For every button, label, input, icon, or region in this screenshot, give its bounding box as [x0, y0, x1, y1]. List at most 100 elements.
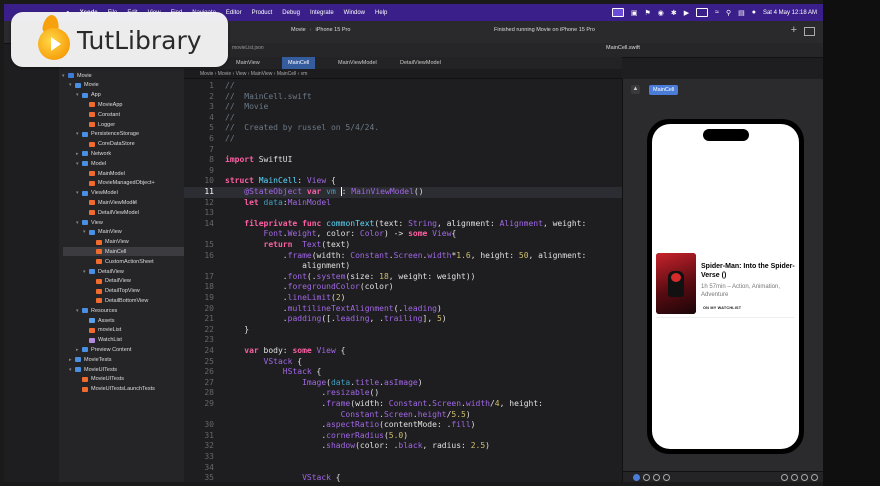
- watchlist-button[interactable]: ON MY WATCHLIST: [703, 306, 741, 310]
- zoom-fit-icon[interactable]: [791, 474, 798, 481]
- zoom-100-icon[interactable]: [801, 474, 808, 481]
- siri-icon[interactable]: ●: [752, 9, 756, 16]
- code-line[interactable]: 6 //: [184, 134, 622, 145]
- navigator-item[interactable]: movieList: [83, 326, 121, 335]
- code-line[interactable]: 24 var body: some View {: [184, 346, 622, 357]
- search-icon[interactable]: ⚲: [726, 9, 731, 17]
- editor-tab-mainview[interactable]: MainView: [230, 57, 266, 69]
- code-line[interactable]: 19 .lineLimit(2): [184, 293, 622, 304]
- navigator-item[interactable]: MovieManagedObject+: [83, 179, 155, 188]
- code-line[interactable]: 16 .frame(width: Constant.Screen.width*1…: [184, 251, 622, 262]
- tab-movielist-json[interactable]: movieList.json: [232, 45, 264, 51]
- navigator-item[interactable]: ▾ Resources: [76, 306, 117, 315]
- code-line[interactable]: 2 // MainCell.swift: [184, 92, 622, 103]
- code-line[interactable]: Constant.Screen.height/5.5): [184, 410, 622, 421]
- breadcrumb-project[interactable]: Movie: [200, 71, 213, 77]
- code-line[interactable]: 25 VStack {: [184, 357, 622, 368]
- menu-help[interactable]: Help: [375, 10, 387, 16]
- code-line[interactable]: 7: [184, 145, 622, 156]
- navigator-item[interactable]: Logger: [83, 120, 115, 129]
- code-line[interactable]: 8 import SwiftUI: [184, 155, 622, 166]
- navigator-item[interactable]: DetailBottomView: [90, 296, 148, 305]
- code-line[interactable]: 21 .padding([.leading, .trailing], 5): [184, 314, 622, 325]
- control-center-icon[interactable]: ▤: [738, 9, 745, 17]
- navigator-item[interactable]: CoreDataStore: [83, 140, 135, 149]
- code-line[interactable]: 11 @StateObject var vm : MainViewModel(): [184, 187, 622, 198]
- editor-tab-maincell[interactable]: MainCell: [282, 57, 316, 69]
- navigator-item[interactable]: ▾ MainView: [83, 228, 122, 237]
- code-line[interactable]: 33: [184, 452, 622, 463]
- flag-icon[interactable]: ⚑: [644, 9, 650, 17]
- breadcrumb-group[interactable]: Movie: [218, 71, 231, 77]
- code-line[interactable]: alignment): [184, 261, 622, 272]
- code-line[interactable]: 28 .resizable(): [184, 388, 622, 399]
- code-editor[interactable]: 1 // 2 // MainCell.swift 3 // Movie 4 // 5 // Cre…: [184, 79, 622, 482]
- code-line[interactable]: 20 .multilineTextAlignment(.leading): [184, 304, 622, 315]
- menu-window[interactable]: Window: [344, 10, 365, 16]
- navigator-item[interactable]: MovieUITestsLaunchTests: [76, 385, 155, 394]
- navigator-item[interactable]: ▾ View: [76, 218, 103, 227]
- navigator-item[interactable]: DetailView: [90, 277, 131, 286]
- navigator-item[interactable]: ▾ Movie: [69, 81, 99, 90]
- navigator-item[interactable]: ▸ Preview Content: [76, 345, 131, 354]
- editor-tab-detailviewmodel[interactable]: DetailViewModel: [394, 57, 447, 69]
- menu-editor[interactable]: Editor: [226, 10, 242, 16]
- wifi-icon[interactable]: ≈: [715, 9, 719, 16]
- code-line[interactable]: 30 .aspectRatio(contentMode: .fill): [184, 420, 622, 431]
- code-line[interactable]: 15 return Text(text): [184, 240, 622, 251]
- code-line[interactable]: 23: [184, 335, 622, 346]
- pin-icon[interactable]: ▲: [631, 85, 640, 94]
- navigator-item[interactable]: MainViewModel M: [83, 198, 137, 207]
- record-icon[interactable]: ◉: [658, 9, 664, 17]
- code-line[interactable]: 35 VStack {: [184, 473, 622, 482]
- preview-chip[interactable]: MainCell: [649, 85, 679, 95]
- code-line[interactable]: 10 struct MainCell: View {: [184, 176, 622, 187]
- code-line[interactable]: Font.Weight, color: Color) -> some View{: [184, 229, 622, 240]
- code-line[interactable]: 18 .foregroundColor(color): [184, 282, 622, 293]
- zoom-out-icon[interactable]: [781, 474, 788, 481]
- tab-maincell-swift[interactable]: MainCell.swift: [606, 45, 640, 51]
- navigator-item[interactable]: MovieUITests: [76, 375, 124, 384]
- menu-product[interactable]: Product: [252, 10, 273, 16]
- breadcrumb-symbol[interactable]: vm: [301, 71, 308, 77]
- navigator-item[interactable]: ▸ MovieTests: [69, 355, 112, 364]
- navigator-item[interactable]: DetailViewModel: [83, 208, 139, 217]
- play-icon[interactable]: ▶: [684, 9, 689, 17]
- code-line[interactable]: 34: [184, 463, 622, 474]
- selectable-icon[interactable]: [643, 474, 650, 481]
- code-line[interactable]: 14 fileprivate func commonText(text: Str…: [184, 219, 622, 230]
- code-line[interactable]: 31 .cornerRadius(5.0): [184, 431, 622, 442]
- breadcrumb-file[interactable]: MainCell: [277, 71, 296, 77]
- navigator-item[interactable]: DetailTopView: [90, 287, 140, 296]
- code-line[interactable]: 22 }: [184, 325, 622, 336]
- zoom-in-icon[interactable]: [811, 474, 818, 481]
- navigator-item[interactable]: ▾ MovieUITests: [69, 365, 117, 374]
- code-line[interactable]: 4 //: [184, 113, 622, 124]
- navigator-item[interactable]: ▾ DetailView: [83, 267, 124, 276]
- navigator-item[interactable]: ▾ Movie: [62, 71, 92, 80]
- battery-icon[interactable]: [696, 8, 709, 17]
- jump-bar[interactable]: Movie › Movie › View › MainView › MainCe…: [184, 69, 622, 79]
- variants-icon[interactable]: [653, 474, 660, 481]
- navigator-item[interactable]: MainView: [90, 238, 129, 247]
- menu-debug[interactable]: Debug: [282, 10, 300, 16]
- code-line[interactable]: 29 .frame(width: Constant.Screen.width/4…: [184, 399, 622, 410]
- code-line[interactable]: 9: [184, 166, 622, 177]
- navigator-item[interactable]: WatchList: [83, 336, 122, 345]
- code-line[interactable]: 5 // Created by russel on 5/4/24.: [184, 123, 622, 134]
- navigator-item[interactable]: MovieApp: [83, 100, 122, 109]
- navigator-item[interactable]: Constant: [83, 110, 120, 119]
- display-icon[interactable]: ▣: [631, 9, 638, 17]
- navigator-item[interactable]: ▾ ViewModel: [76, 189, 118, 198]
- code-line[interactable]: 1 //: [184, 81, 622, 92]
- menu-integrate[interactable]: Integrate: [310, 10, 334, 16]
- add-icon[interactable]: +: [791, 24, 797, 36]
- navigator-item[interactable]: ▾ App: [76, 91, 101, 100]
- screen-record-icon[interactable]: [611, 8, 624, 17]
- navigator-item[interactable]: CustomActionSheet: [90, 257, 154, 266]
- code-line[interactable]: 12 let data:MainModel: [184, 198, 622, 209]
- scheme-selector[interactable]: Movie › iPhone 15 Pro: [291, 27, 350, 33]
- inspector-toggle-icon[interactable]: [804, 27, 815, 36]
- navigator-item[interactable]: MainModel: [83, 169, 125, 178]
- code-line[interactable]: 26 HStack {: [184, 367, 622, 378]
